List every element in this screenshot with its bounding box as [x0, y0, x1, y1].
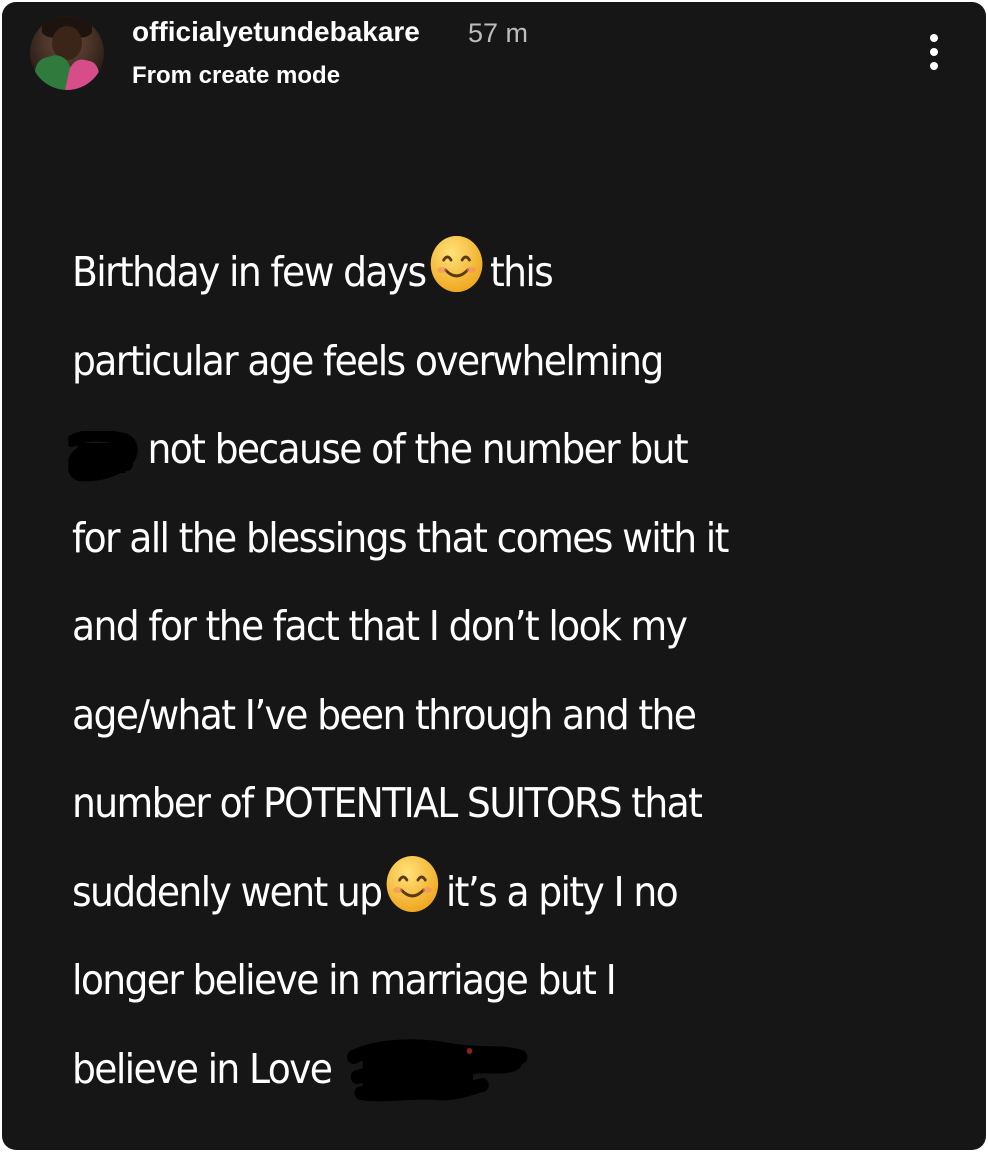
- more-options-icon[interactable]: [916, 30, 952, 74]
- story-line: and for the fact that I don’t look my: [72, 602, 688, 650]
- avatar-dress-pink: [64, 57, 102, 90]
- smiling-face-emoji-icon: [431, 236, 483, 292]
- story-line: for all the blessings that comes with it: [72, 513, 729, 562]
- story-text-segment: Birthday in few days: [72, 248, 427, 296]
- story-header: officialyetundebakare 57 m From create m…: [2, 2, 986, 102]
- post-timestamp: 57 m: [468, 18, 529, 48]
- story-card: officialyetundebakare 57 m From create m…: [2, 2, 986, 1150]
- story-line: longer believe in marriage but I: [72, 956, 617, 1004]
- story-line: Birthday in few days this: [72, 228, 882, 317]
- story-text-segment: not because of the number but: [147, 425, 688, 473]
- story-line: suddenly went up it’s a pity I no: [72, 848, 882, 937]
- story-line: not because of the number but: [68, 405, 882, 494]
- profile-avatar[interactable]: [30, 16, 104, 90]
- redaction-scribble: [346, 1038, 528, 1101]
- story-text-segment: suddenly went up: [72, 867, 383, 916]
- smiling-face-emoji-icon: [386, 855, 439, 912]
- username[interactable]: officialyetundebakare: [132, 16, 420, 48]
- story-text-segment: believe in Love: [72, 1044, 333, 1093]
- story-line: age/what I’ve been through and the: [72, 690, 697, 739]
- post-source-label: From create mode: [132, 62, 341, 89]
- redaction-scribble: [68, 431, 138, 482]
- story-text-segment: it’s a pity I no: [445, 867, 679, 916]
- story-line: number of POTENTIAL SUITORS that: [72, 779, 703, 827]
- story-text: Birthday in few days this particular age …: [68, 228, 882, 1114]
- story-line: believe in Love: [72, 1025, 882, 1114]
- story-line: particular age feels overwhelming: [72, 336, 664, 385]
- story-text-segment: this: [489, 248, 554, 296]
